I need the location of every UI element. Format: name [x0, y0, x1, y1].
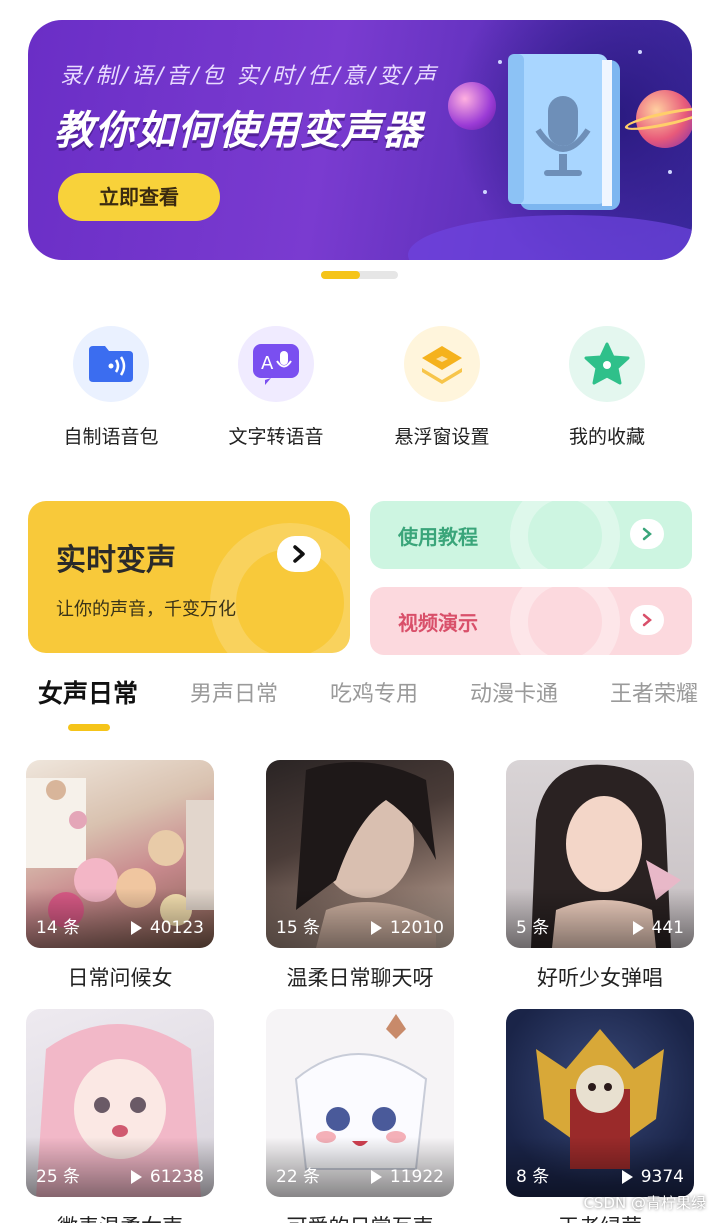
realtime-voice-card[interactable]: 实时变声 让你的声音，千变万化 — [28, 501, 350, 653]
tab-anime[interactable]: 动漫卡通 — [470, 676, 558, 708]
watermark: CSDN @青柠果绿 — [583, 1194, 706, 1212]
play-count-value: 11922 — [389, 1167, 444, 1187]
play-count: 61238 — [130, 1167, 204, 1187]
star-dot — [638, 50, 642, 54]
clip-count: 5 条 — [516, 918, 550, 938]
voice-pack-card[interactable]: 14 条 40123 日常问候女 — [26, 760, 214, 992]
voice-pack-card[interactable]: 22 条 11922 可爱的日常互声 — [266, 1009, 454, 1223]
play-count: 11922 — [370, 1167, 444, 1187]
voice-pack-thumbnail: 8 条 9374 — [506, 1009, 694, 1197]
voice-pack-thumbnail: 5 条 441 — [506, 760, 694, 948]
quick-action-label: 文字转语音 — [228, 426, 324, 448]
category-tabs: 女声日常 男声日常 吃鸡专用 动漫卡通 王者荣耀 — [0, 672, 720, 732]
chevron-right-icon[interactable] — [277, 536, 321, 572]
quick-action-favorites[interactable]: 我的收藏 — [532, 326, 682, 449]
clip-count: 25 条 — [36, 1167, 81, 1187]
text-to-speech-icon: A — [238, 326, 314, 402]
realtime-voice-desc: 让你的声音，千变万化 — [56, 599, 236, 620]
play-count: 40123 — [130, 918, 204, 938]
chevron-right-icon[interactable] — [630, 519, 664, 549]
planet-illustration — [448, 82, 496, 130]
play-count-value: 441 — [651, 918, 684, 938]
voice-pack-name: 日常问候女 — [67, 966, 173, 990]
voice-pack-name: 微表温柔女声 — [26, 1211, 214, 1223]
play-count-value: 61238 — [149, 1167, 204, 1187]
play-icon — [130, 1170, 142, 1184]
view-now-button[interactable]: 立即查看 — [58, 173, 220, 221]
voice-pack-thumbnail: 15 条 12010 — [266, 760, 454, 948]
video-demo-title: 视频演示 — [398, 611, 478, 635]
play-count-value: 40123 — [149, 918, 204, 938]
clip-count: 8 条 — [516, 1167, 550, 1187]
voice-pack-name: 可爱的日常互声 — [266, 1211, 454, 1223]
play-count-value: 12010 — [389, 918, 444, 938]
quick-action-label: 悬浮窗设置 — [394, 426, 490, 448]
voice-folder-icon — [73, 326, 149, 402]
voice-pack-thumbnail: 14 条 40123 — [26, 760, 214, 948]
card-decoration — [510, 587, 620, 655]
play-count-value: 9374 — [640, 1167, 684, 1187]
quick-action-floating-window[interactable]: 悬浮窗设置 — [367, 326, 517, 449]
voice-pack-card[interactable]: 8 条 9374 王者绿荣 — [506, 1009, 694, 1223]
clip-count: 14 条 — [36, 918, 81, 938]
svg-text:A: A — [261, 353, 274, 374]
quick-action-label: 自制语音包 — [63, 426, 159, 448]
tab-female-daily[interactable]: 女声日常 — [38, 674, 138, 710]
realtime-voice-title: 实时变声 — [56, 543, 176, 578]
play-icon — [370, 1170, 382, 1184]
play-icon — [130, 921, 142, 935]
video-demo-card[interactable]: 视频演示 — [370, 587, 692, 655]
card-decoration — [510, 501, 620, 569]
pager-active-dot — [321, 271, 360, 279]
tutorial-title: 使用教程 — [398, 525, 478, 549]
quick-actions: 自制语音包 A 文字转语音 悬浮窗设置 我的收藏 — [0, 326, 720, 456]
play-count: 441 — [632, 918, 684, 938]
voice-pack-card[interactable]: 25 条 61238 微表温柔女声 — [26, 1009, 214, 1223]
layers-icon — [404, 326, 480, 402]
banner-pager — [321, 271, 398, 279]
book-microphone-icon — [508, 54, 620, 210]
tab-male-daily[interactable]: 男声日常 — [190, 676, 278, 708]
voice-pack-card[interactable]: 5 条 441 好听少女弹唱 — [506, 760, 694, 992]
quick-action-label: 我的收藏 — [568, 426, 645, 448]
tab-honor-of-kings[interactable]: 王者荣耀 — [610, 676, 698, 708]
voice-pack-thumbnail: 22 条 11922 — [266, 1009, 454, 1197]
voice-pack-name: 好听少女弹唱 — [537, 966, 663, 990]
banner-headline: 教你如何使用变声器 — [54, 108, 423, 154]
banner-subtitle: 录/制/语/音/包 实/时/任/意/变/声 — [60, 64, 439, 89]
voice-pack-thumbnail: 25 条 61238 — [26, 1009, 214, 1197]
play-count: 9374 — [621, 1167, 684, 1187]
star-dot — [668, 170, 672, 174]
quick-action-text-to-speech[interactable]: A 文字转语音 — [201, 326, 351, 449]
chevron-right-icon[interactable] — [630, 605, 664, 635]
star-dot — [483, 190, 487, 194]
clip-count: 22 条 — [276, 1167, 321, 1187]
tab-indicator — [68, 724, 110, 731]
promo-banner[interactable]: 录/制/语/音/包 实/时/任/意/变/声 教你如何使用变声器 立即查看 — [28, 20, 692, 260]
quick-action-voice-pack[interactable]: 自制语音包 — [36, 326, 186, 449]
play-count: 12010 — [370, 918, 444, 938]
tab-pubg[interactable]: 吃鸡专用 — [330, 676, 418, 708]
star-icon — [569, 326, 645, 402]
play-icon — [621, 1170, 633, 1184]
play-icon — [632, 921, 644, 935]
voice-pack-card[interactable]: 15 条 12010 温柔日常聊天呀 — [266, 760, 454, 992]
clip-count: 15 条 — [276, 918, 321, 938]
voice-pack-name: 温柔日常聊天呀 — [286, 966, 434, 990]
tutorial-card[interactable]: 使用教程 — [370, 501, 692, 569]
play-icon — [370, 921, 382, 935]
